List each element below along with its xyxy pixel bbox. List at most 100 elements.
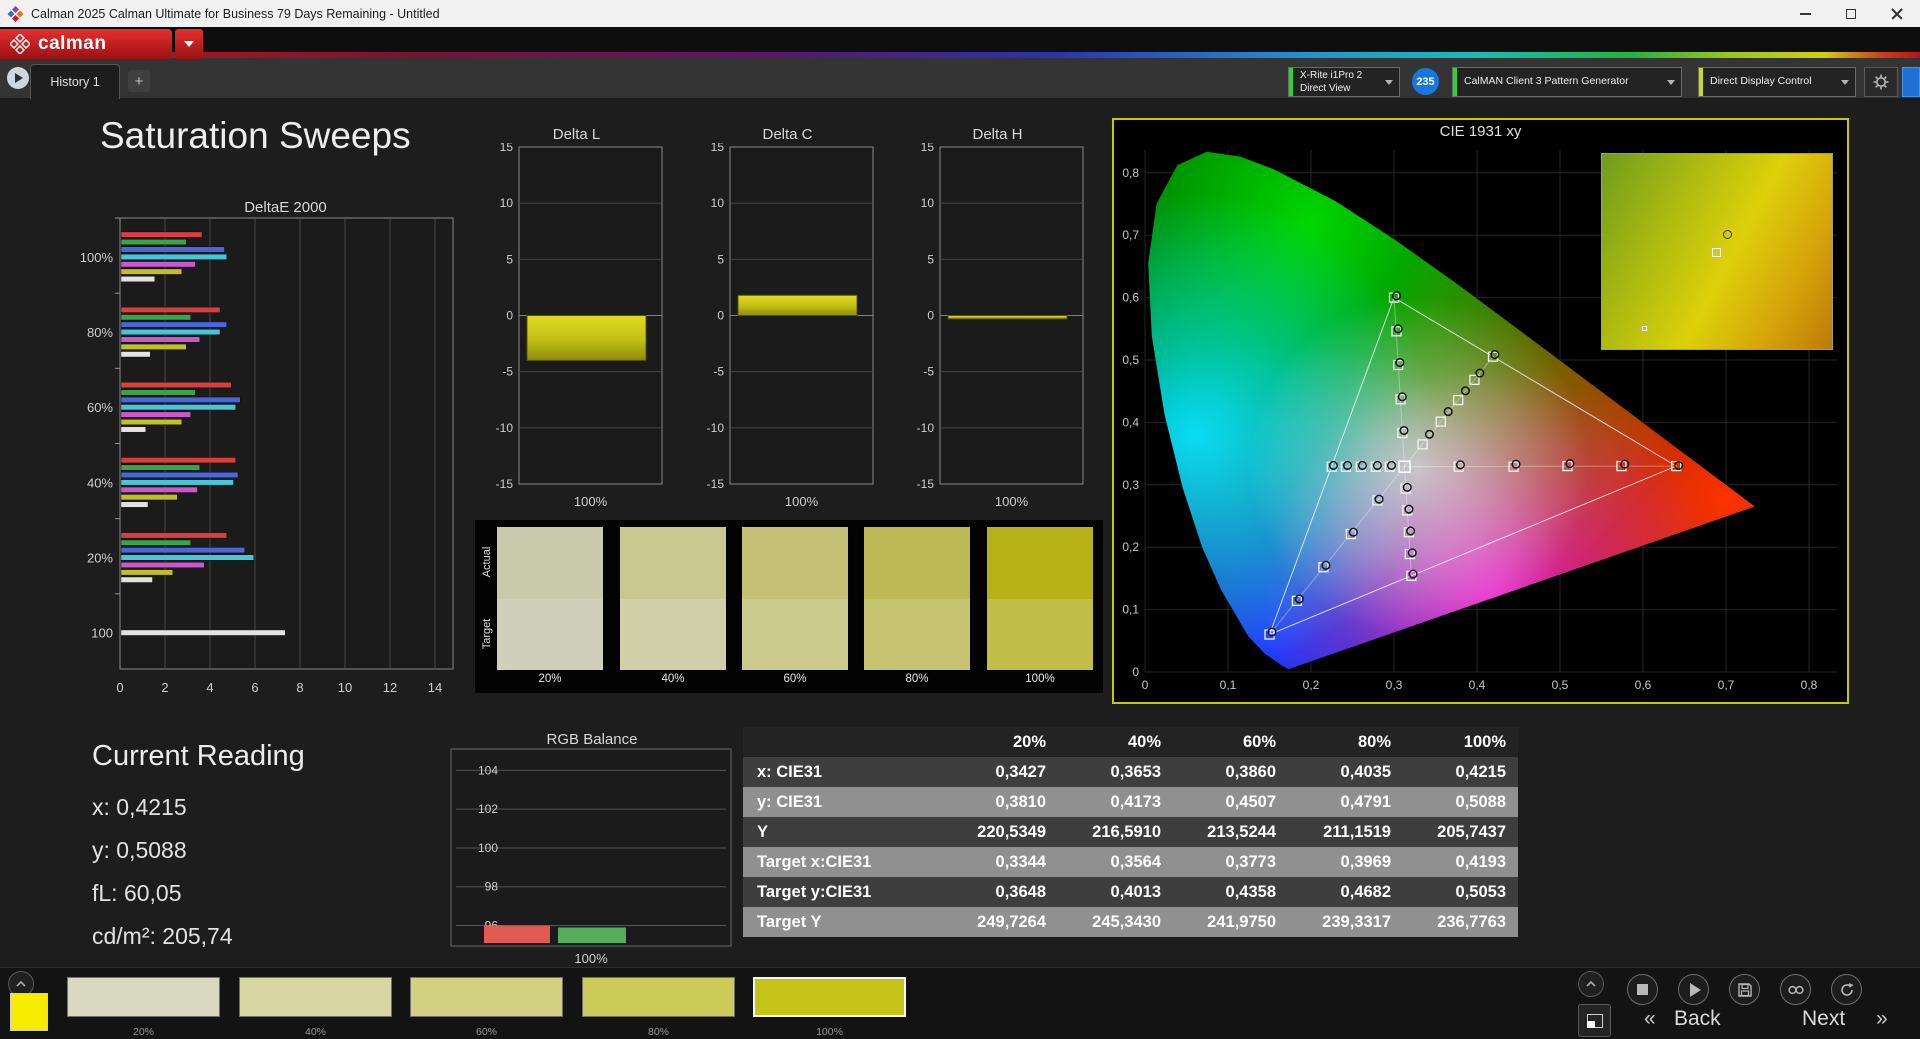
table-cell: 0,4193 [1455, 852, 1506, 871]
tab-history-1[interactable]: History 1 [30, 64, 120, 99]
maximize-button[interactable] [1828, 0, 1874, 27]
maximize-icon [1846, 8, 1856, 19]
swatch-column-label: 40% [661, 673, 685, 685]
deltae-bar [120, 464, 200, 471]
edge-panel-button[interactable] [1902, 67, 1920, 97]
patch-level-swatch[interactable] [410, 977, 563, 1017]
deltae-bar [120, 472, 239, 478]
calman-dropdown[interactable] [175, 29, 203, 59]
back-button[interactable]: Back [1674, 1007, 1721, 1031]
calman-ribbon: calman [0, 29, 172, 59]
close-button[interactable] [1874, 0, 1920, 27]
delta-bar [526, 315, 647, 361]
table-cell: 0,4682 [1340, 882, 1391, 901]
patch-level-label: 80% [647, 1026, 669, 1038]
actual-swatch [742, 527, 848, 599]
display-control-dropdown[interactable]: Direct Display Control [1698, 67, 1856, 97]
arrow-right-icon [15, 73, 23, 83]
deltae-bar [120, 389, 196, 396]
x-tick-label: 12 [383, 680, 397, 695]
green-balance-bar [558, 927, 626, 943]
deltae-bar [120, 396, 241, 403]
add-tab-button[interactable]: + [128, 70, 150, 92]
table-row: Y 220,5349 216,5910 213,5244 211,1519 205,743… [743, 817, 1518, 847]
meter-dropdown[interactable]: X-Rite i1Pro 2 Direct View [1288, 67, 1400, 97]
patch-level-swatch[interactable] [753, 977, 906, 1017]
target-swatch [987, 599, 1093, 670]
target-swatch [620, 599, 726, 670]
deltae-bar [120, 547, 245, 554]
table-cell: 205,7437 [1437, 822, 1506, 841]
table-row: y: CIE31 0,3810 0,4173 0,4507 0,4791 0,5088 [743, 787, 1518, 817]
table-cell: 0,3969 [1340, 852, 1391, 871]
table-cell: 211,1519 [1323, 822, 1391, 841]
target-marker-icon [1642, 326, 1647, 331]
next-chevrons-icon[interactable]: » [1876, 1007, 1888, 1031]
current-reading-y: y: 0,5088 [92, 837, 187, 863]
y-tick-label: 0 [927, 309, 934, 323]
y-tick-label: 0,7 [1122, 228, 1139, 242]
calman-diamond-icon [10, 34, 30, 54]
group-label: 40% [87, 475, 113, 490]
x-tick-label: 14 [428, 680, 442, 695]
deltae-bar [120, 314, 191, 321]
pattern-generator-dropdown[interactable]: CalMAN Client 3 Pattern Generator [1452, 67, 1682, 97]
swatch-column-label: 60% [783, 673, 807, 685]
stop-icon [1637, 984, 1648, 995]
layout-button[interactable] [1578, 1004, 1611, 1037]
y-tick-label: 0,1 [1122, 603, 1139, 617]
patch-level-swatch[interactable] [582, 977, 735, 1017]
table-cell: 0,3564 [1110, 852, 1161, 871]
refresh-button[interactable] [1831, 974, 1862, 1005]
play-button[interactable] [1678, 974, 1709, 1005]
patch-level-swatch[interactable] [239, 977, 392, 1017]
save-icon [1737, 982, 1752, 997]
x-tick-label: 0 [1142, 678, 1149, 692]
y-tick-label: 15 [711, 143, 725, 154]
group-label: 100% [80, 250, 114, 265]
calman-logo-text: calman [38, 33, 107, 54]
patch-level-swatch[interactable] [67, 977, 220, 1017]
measured-marker-icon [1723, 230, 1732, 239]
deltae-bar [120, 569, 173, 576]
saturation-swatch-strip: Actual Target 20% 40% 60% 80% 100% [475, 520, 1103, 693]
table-cell: 0,3773 [1225, 852, 1276, 871]
y-tick-label: 5 [927, 252, 934, 266]
table-column-header: 80% [1357, 732, 1391, 751]
deltae-bar [120, 457, 236, 464]
table-cell: 0,3653 [1110, 762, 1161, 781]
actual-swatch [497, 527, 603, 599]
chevron-down-icon [184, 41, 194, 47]
tab-nav-button[interactable] [7, 67, 29, 89]
saturation-swatch-column: 40% [620, 527, 726, 689]
target-marker-icon [1712, 248, 1721, 257]
link-button[interactable] [1780, 974, 1811, 1005]
delta-h-chart: 15 10 5 0 -5 -10 -15 100% [917, 143, 1084, 509]
chevron-up-icon [16, 980, 26, 987]
minimize-button[interactable] [1782, 0, 1828, 27]
y-tick-label: -10 [707, 421, 725, 435]
table-cell: 241,9750 [1207, 912, 1276, 931]
deltae-bar [120, 479, 234, 486]
collapse-controls-button[interactable] [1578, 971, 1604, 997]
current-reading-cdm2: cd/m²: 205,74 [92, 923, 233, 949]
calman-menu-button[interactable]: calman [0, 29, 203, 59]
table-cell: 220,5349 [977, 822, 1046, 841]
y-tick-label: -5 [502, 365, 513, 379]
swatch-column-label: 20% [538, 673, 562, 685]
save-button[interactable] [1729, 974, 1760, 1005]
actual-row-label: Actual [481, 546, 493, 578]
cie-1931-panel: CIE 1931 xy 0 0,1 0,1 0,2 0,2 0,3 0,3 0,4 0,4 0,5… [1112, 118, 1849, 704]
play-icon [1689, 982, 1701, 997]
settings-button[interactable] [1864, 67, 1898, 97]
meter-count-badge[interactable]: 235 [1412, 68, 1439, 95]
current-reading-values: x: 0,4215 y: 0,5088 fL: 60,05 cd/m²: 205… [92, 786, 233, 958]
deltae-bar [120, 239, 187, 246]
y-tick-label: 10 [711, 196, 725, 210]
table-row: Target y:CIE31 0,3648 0,4013 0,4358 0,4682 0,… [743, 877, 1518, 907]
back-chevrons-icon[interactable]: « [1644, 1007, 1656, 1031]
actual-swatch [620, 527, 726, 599]
stop-button[interactable] [1627, 974, 1658, 1005]
next-button[interactable]: Next [1802, 1007, 1845, 1031]
actual-swatch [864, 527, 970, 599]
